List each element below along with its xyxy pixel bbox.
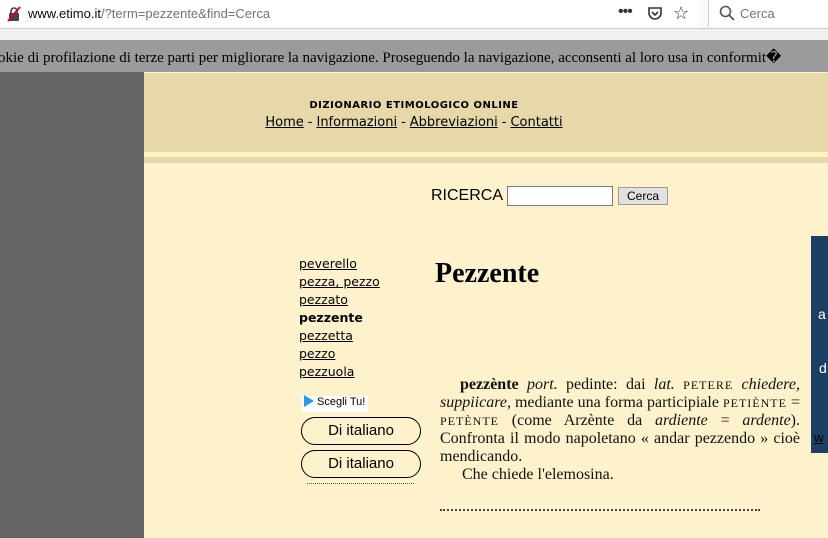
scan-sc-petere: PETERE bbox=[683, 378, 734, 392]
search-button[interactable]: Cerca bbox=[618, 187, 668, 205]
more-actions-icon[interactable]: ••• bbox=[618, 3, 633, 21]
page-content: DIZIONARIO ETIMOLOGICO ONLINE Home - Infor… bbox=[144, 72, 828, 538]
cookie-banner: okie di profilazione di terze parti per … bbox=[0, 40, 828, 72]
pocket-icon[interactable] bbox=[646, 5, 664, 23]
scan-tag-port: port. bbox=[527, 376, 558, 393]
address-bar[interactable]: www.etimo.it/?term=pezzente&find=Cerca •… bbox=[0, 0, 700, 27]
word-link-pezzuola[interactable]: pezzuola bbox=[299, 363, 380, 381]
nav-contacts-link[interactable]: Contatti bbox=[510, 115, 562, 130]
word-link-pezzetta[interactable]: pezzetta bbox=[299, 327, 380, 345]
url-host: www.etimo.it bbox=[28, 6, 101, 21]
ad-divider bbox=[307, 483, 414, 484]
ad-choices-badge[interactable]: Scegli Tu! bbox=[302, 395, 369, 412]
url-path: /?term=pezzente&find=Cerca bbox=[100, 6, 271, 21]
right-ad-letter-1: a bbox=[818, 306, 826, 322]
word-link-peverello[interactable]: peverello bbox=[299, 255, 380, 273]
left-gutter bbox=[0, 72, 144, 538]
scan-text-4: (come Arzènte da bbox=[499, 412, 656, 429]
browser-toolbar: www.etimo.it/?term=pezzente&find=Cerca •… bbox=[0, 0, 828, 29]
ad-button-2[interactable]: Di italiano bbox=[301, 450, 421, 478]
site-header: DIZIONARIO ETIMOLOGICO ONLINE Home - Infor… bbox=[144, 72, 828, 153]
scan-line-2: Che chiede l'elemosina. bbox=[462, 466, 614, 483]
ad-choices-label: Scegli Tu! bbox=[317, 396, 366, 408]
scan-italic-2: ardiente bbox=[655, 412, 708, 429]
word-list: peverello pezza, pezzo pezzato pezzente … bbox=[299, 255, 380, 381]
nav-home-link[interactable]: Home bbox=[265, 115, 303, 130]
main-nav: Home - Informazioni - Abbreviazioni - Contatti bbox=[265, 115, 563, 130]
nav-info-link[interactable]: Informazioni bbox=[316, 115, 397, 130]
term-input[interactable] bbox=[507, 186, 613, 206]
cookie-banner-text: okie di profilazione di terze parti per … bbox=[0, 50, 782, 66]
scan-text-1: pedinte: dai bbox=[557, 376, 654, 393]
right-ad-letter-2: d bbox=[819, 360, 827, 376]
bookmarks-bar bbox=[0, 29, 828, 40]
adchoices-icon bbox=[304, 395, 314, 408]
scan-text-2: , mediante una forma participiale bbox=[506, 394, 723, 411]
scan-headword: pezzènte bbox=[460, 376, 519, 393]
header-strip bbox=[144, 157, 828, 163]
word-link-pezzo[interactable]: pezzo bbox=[299, 345, 380, 363]
scan-sc-petente: PETÈNTE bbox=[440, 414, 499, 428]
scan-italic-3: ardente bbox=[742, 412, 791, 429]
right-ad-panel[interactable]: a d bbox=[811, 236, 828, 453]
word-link-pezzato[interactable]: pezzato bbox=[299, 291, 380, 309]
word-current-pezzente: pezzente bbox=[299, 310, 363, 325]
search-label: RICERCA bbox=[431, 187, 504, 204]
scan-sc-petiente: PETIÈNTE bbox=[722, 396, 787, 410]
scan-text-3: = bbox=[786, 394, 800, 411]
insecure-lock-icon[interactable] bbox=[6, 6, 22, 22]
browser-search-field[interactable]: Cerca bbox=[708, 0, 828, 27]
url-text[interactable]: www.etimo.it/?term=pezzente&find=Cerca bbox=[28, 6, 270, 21]
browser-search-placeholder: Cerca bbox=[740, 6, 775, 21]
scan-text-5: = bbox=[707, 412, 743, 429]
nav-abbreviations-link[interactable]: Abbreviazioni bbox=[410, 115, 498, 130]
word-link-pezza-pezzo[interactable]: pezza, pezzo bbox=[299, 273, 380, 291]
bookmark-star-icon[interactable]: ☆ bbox=[673, 3, 689, 24]
ad-button-1[interactable]: Di italiano bbox=[301, 417, 421, 445]
right-ad-link[interactable]: w bbox=[814, 430, 823, 445]
search-icon bbox=[719, 5, 735, 21]
scan-tag-lat: lat. bbox=[653, 376, 675, 393]
scan-cut-line bbox=[440, 506, 800, 512]
entry-title: Pezzente bbox=[435, 258, 540, 289]
site-title: DIZIONARIO ETIMOLOGICO ONLINE bbox=[309, 100, 519, 111]
dictionary-scan-text: pezzènte port. pedinte: dai lat. PETERE … bbox=[440, 376, 800, 484]
